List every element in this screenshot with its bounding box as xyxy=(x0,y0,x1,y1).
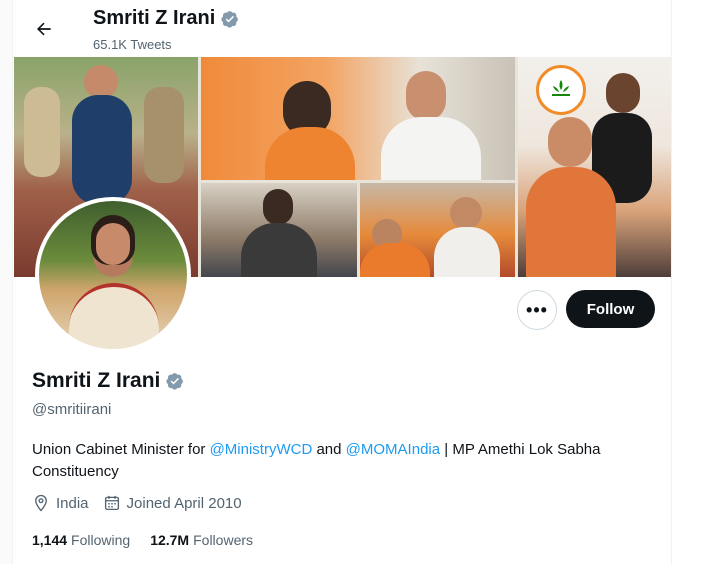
location-pin-icon xyxy=(35,494,47,512)
banner-photo-2 xyxy=(201,57,515,180)
profile-bio: Union Cabinet Minister for @MinistryWCD … xyxy=(32,439,632,483)
profile-joined: Joined April 2010 xyxy=(103,494,242,512)
more-horizontal-icon: ••• xyxy=(526,300,548,320)
profile-stats: 1,144 Following 12.7M Followers xyxy=(32,532,273,548)
profile-meta: India Joined April 2010 xyxy=(32,494,256,512)
calendar-icon xyxy=(104,495,119,511)
bio-mention-momaindia[interactable]: @MOMAIndia xyxy=(346,441,440,458)
joined-text: Joined April 2010 xyxy=(126,494,242,512)
tweet-count: 65.1K Tweets xyxy=(93,37,172,52)
profile-name: Smriti Z Irani xyxy=(32,369,184,393)
header-name-text: Smriti Z Irani xyxy=(93,7,216,29)
banner-photo-3 xyxy=(201,183,357,277)
bio-text-middle: and xyxy=(312,441,346,458)
arrow-left-icon xyxy=(37,22,51,36)
profile-location: India xyxy=(32,494,89,512)
verified-badge-icon xyxy=(221,10,239,28)
followers-link[interactable]: 12.7M Followers xyxy=(150,532,253,548)
following-link[interactable]: 1,144 Following xyxy=(32,532,130,548)
banner-photo-4 xyxy=(360,183,515,277)
following-count: 1,144 xyxy=(32,532,68,548)
profile-name-text: Smriti Z Irani xyxy=(32,369,161,392)
profile-column: Smriti Z Irani 65.1K Tweets ••• Follow S… xyxy=(12,0,672,564)
follow-button[interactable]: Follow xyxy=(566,290,655,328)
header-profile-name: Smriti Z Irani xyxy=(93,7,239,30)
location-text: India xyxy=(56,494,89,512)
bio-text-prefix: Union Cabinet Minister for xyxy=(32,441,210,458)
left-gutter xyxy=(0,0,12,564)
verified-badge-icon[interactable] xyxy=(166,372,184,390)
profile-avatar[interactable] xyxy=(35,197,191,353)
banner-photo-5 xyxy=(518,57,672,277)
more-options-button[interactable]: ••• xyxy=(517,290,557,330)
back-button[interactable] xyxy=(27,12,61,46)
profile-handle: @smritiirani xyxy=(32,401,112,418)
followers-count: 12.7M xyxy=(150,532,190,548)
right-gutter xyxy=(671,0,711,564)
party-lotus-emblem xyxy=(536,65,586,115)
lotus-icon xyxy=(552,80,570,96)
profile-top-bar: Smriti Z Irani 65.1K Tweets xyxy=(13,0,672,57)
followers-label: Followers xyxy=(193,532,254,548)
following-label: Following xyxy=(71,532,131,548)
bio-mention-ministrywcd[interactable]: @MinistryWCD xyxy=(210,441,313,458)
